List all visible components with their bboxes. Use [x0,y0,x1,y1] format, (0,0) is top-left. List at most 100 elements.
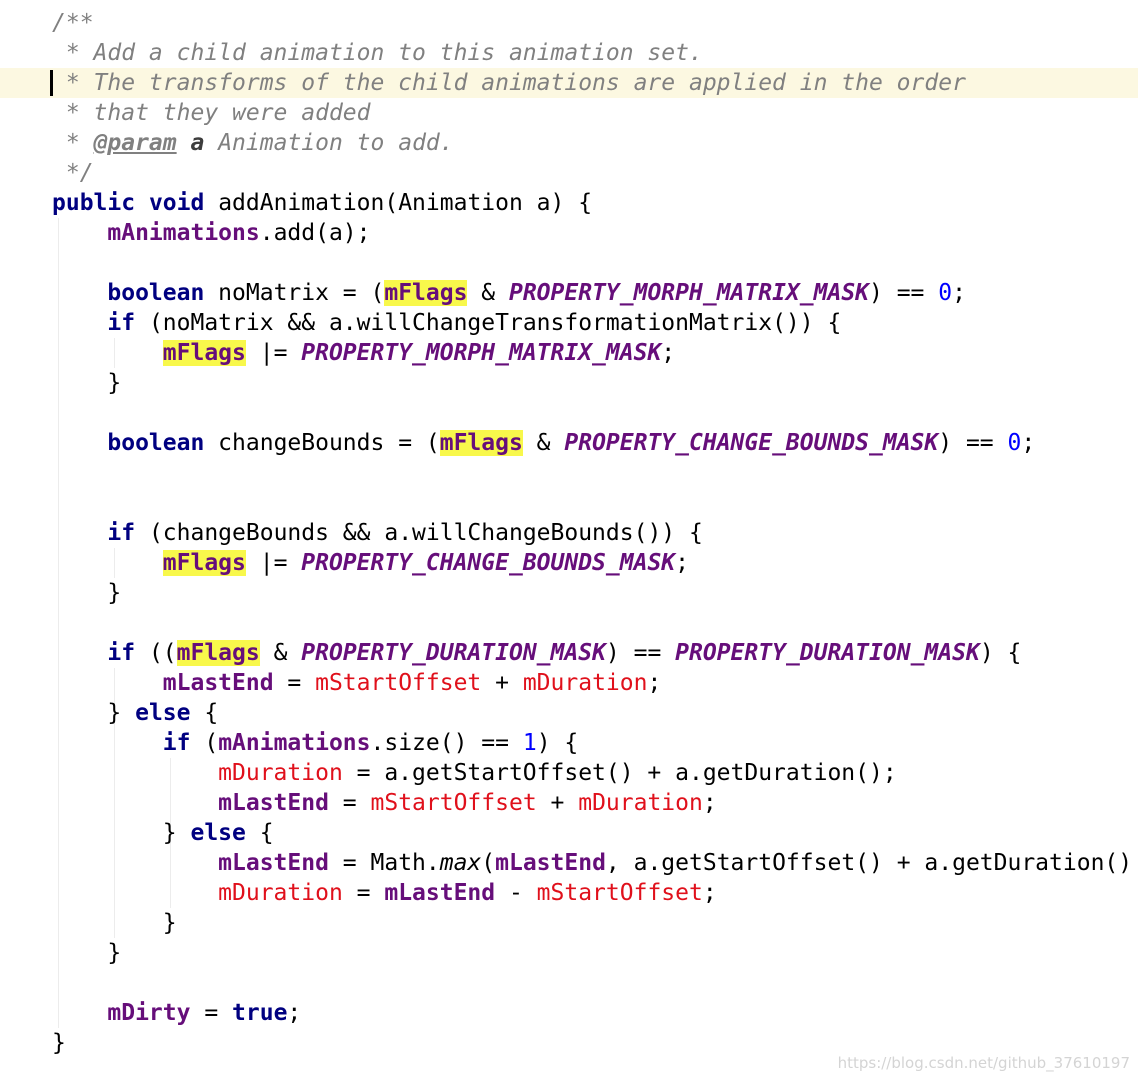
code-token: ( [481,850,496,876]
code-line[interactable]: mFlags |= PROPERTY_CHANGE_BOUNDS_MASK; [0,548,1138,578]
code-line[interactable]: } else { [0,818,1138,848]
code-token: .add(a); [259,220,371,246]
code-text: /** [52,8,94,38]
code-text: if (mAnimations.size() == 1) { [52,728,578,758]
code-token: @param [93,130,177,156]
code-token: mLastEnd [218,850,329,876]
code-token: } [52,820,191,846]
code-token: * The transforms of the child animations… [52,70,966,96]
code-token: PROPERTY_DURATION_MASK [675,640,980,666]
code-token: + [536,790,579,816]
code-token: + [481,670,523,696]
code-text: } [52,938,121,968]
code-text: */ [52,158,94,188]
code-text: mFlags |= PROPERTY_CHANGE_BOUNDS_MASK; [52,548,689,578]
code-line[interactable]: if (mAnimations.size() == 1) { [0,728,1138,758]
code-line[interactable] [0,488,1138,518]
code-text: mLastEnd = mStartOffset + mDuration; [52,668,662,698]
code-line[interactable]: mAnimations.add(a); [0,218,1138,248]
code-token: ; [675,550,689,576]
code-line[interactable]: mDirty = true; [0,998,1138,1028]
code-token: mStartOffset [370,790,537,816]
code-token: boolean [107,280,205,306]
code-line[interactable] [0,458,1138,488]
code-token: if [107,310,136,336]
code-token: & [522,430,565,456]
code-line[interactable]: mLastEnd = mStartOffset + mDuration; [0,788,1138,818]
code-token: - [495,880,537,906]
code-text: } [52,368,121,398]
code-line[interactable]: if ((mFlags & PROPERTY_DURATION_MASK) ==… [0,638,1138,668]
code-token: if [107,640,136,666]
code-line[interactable]: mDuration = mLastEnd - mStartOffset; [0,878,1138,908]
code-token: mFlags [439,430,523,456]
code-line[interactable]: } [0,938,1138,968]
code-token: } [52,1030,66,1056]
code-line[interactable]: * @param a Animation to add. [0,128,1138,158]
code-text: mDuration = mLastEnd - mStartOffset; [52,878,717,908]
code-line[interactable] [0,248,1138,278]
code-line[interactable]: mFlags |= PROPERTY_MORPH_MATRIX_MASK; [0,338,1138,368]
code-line[interactable]: */ [0,158,1138,188]
code-token: PROPERTY_DURATION_MASK [301,640,606,666]
code-token: = [190,1000,233,1026]
code-line[interactable]: public void addAnimation(Animation a) { [0,188,1138,218]
code-text: if ((mFlags & PROPERTY_DURATION_MASK) ==… [52,638,1021,668]
code-token: ; [661,340,676,366]
code-token: PROPERTY_CHANGE_BOUNDS_MASK [301,550,676,576]
code-token: 0 [1007,430,1022,456]
code-token: ; [287,1000,302,1026]
code-text: mLastEnd = mStartOffset + mDuration; [52,788,717,818]
code-line[interactable]: } else { [0,698,1138,728]
code-editor[interactable]: /** * Add a child animation to this anim… [0,0,1138,1082]
code-token: ; [1021,430,1036,456]
code-token: & [467,280,509,306]
code-line[interactable]: if (noMatrix && a.willChangeTransformati… [0,308,1138,338]
code-line[interactable]: mDuration = a.getStartOffset() + a.getDu… [0,758,1138,788]
code-line[interactable] [0,398,1138,428]
code-line[interactable]: boolean noMatrix = (mFlags & PROPERTY_MO… [0,278,1138,308]
code-token: mDuration [218,760,343,786]
code-line[interactable]: /** [0,8,1138,38]
code-line[interactable] [0,968,1138,998]
code-token: = [328,790,371,816]
code-token: PROPERTY_MORPH_MATRIX_MASK [508,280,870,306]
code-line[interactable]: if (changeBounds && a.willChangeBounds()… [0,518,1138,548]
code-line[interactable]: mLastEnd = mStartOffset + mDuration; [0,668,1138,698]
code-line[interactable]: * The transforms of the child animations… [0,68,1138,98]
code-token: ; [647,670,662,696]
code-token: public [52,190,136,216]
code-line[interactable]: * that they were added [0,98,1138,128]
code-token: if [162,730,191,756]
code-text: } [52,908,177,938]
code-line[interactable]: } [0,908,1138,938]
code-token: ) { [536,730,579,756]
code-line[interactable]: boolean changeBounds = (mFlags & PROPERT… [0,428,1138,458]
code-line[interactable] [0,608,1138,638]
code-text: mFlags |= PROPERTY_MORPH_MATRIX_MASK; [52,338,675,368]
code-text: if (noMatrix && a.willChangeTransformati… [52,308,841,338]
code-line[interactable]: } [0,578,1138,608]
code-line[interactable]: mLastEnd = Math.max(mLastEnd, a.getStart… [0,848,1138,878]
code-token: mFlags [162,340,246,366]
code-token: PROPERTY_CHANGE_BOUNDS_MASK [564,430,939,456]
code-text: * The transforms of the child animations… [52,68,966,98]
code-token: } [52,940,122,966]
code-token: mStartOffset [536,880,703,906]
code-token: & [259,640,302,666]
code-line[interactable]: * Add a child animation to this animatio… [0,38,1138,68]
code-line[interactable]: } [0,368,1138,398]
code-text: * Add a child animation to this animatio… [52,38,703,68]
code-token: = [342,880,385,906]
code-token: } [52,700,136,726]
